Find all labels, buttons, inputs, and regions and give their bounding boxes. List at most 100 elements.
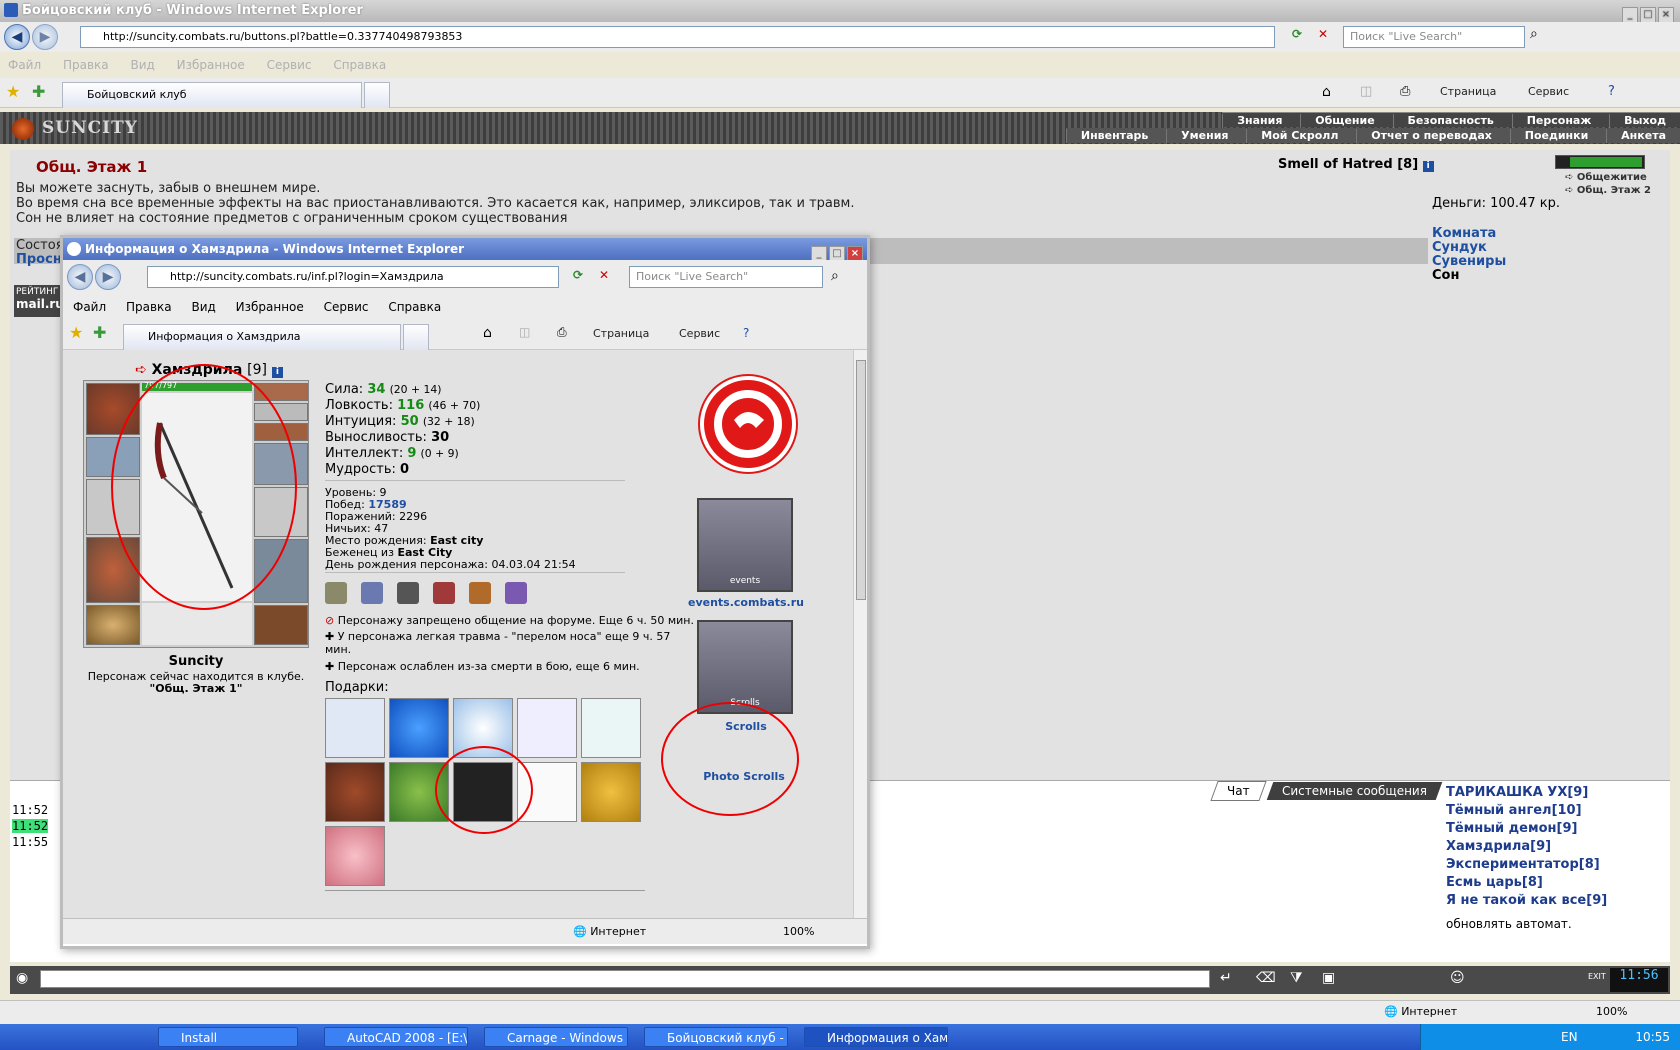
nav-knowledge[interactable]: Знания <box>1222 114 1296 128</box>
auto-update-checkbox[interactable]: обновлять автомат. <box>1446 917 1661 931</box>
online-user[interactable]: Тёмный демон[9] <box>1446 821 1661 839</box>
taskbar-item-fightclub[interactable]: Бойцовский клуб - Wi... <box>644 1027 788 1047</box>
add-favorite-icon[interactable]: ✚ <box>32 82 45 101</box>
gift-santa-globe[interactable] <box>389 698 449 758</box>
taskbar-item-carnage[interactable]: Carnage - Windows In... <box>484 1027 628 1047</box>
tab-info[interactable]: Информация о Хамздрила <box>123 324 401 350</box>
save-icon[interactable]: ▣ <box>1322 970 1335 986</box>
events-banner[interactable]: events <box>697 498 793 592</box>
room-link-room[interactable]: Комната <box>1432 226 1496 241</box>
online-user[interactable]: Экспериментатор[8] <box>1446 857 1661 875</box>
taskbar-item-autocad[interactable]: AutoCAD 2008 - [E:\K... <box>324 1027 468 1047</box>
online-user[interactable]: Я не такой как все[9] <box>1446 893 1661 911</box>
nav-character[interactable]: Персонаж <box>1511 114 1606 128</box>
gift-gold-star[interactable] <box>581 762 641 822</box>
tab-main[interactable]: Бойцовский клуб <box>62 82 362 108</box>
nav-exit[interactable]: Выход <box>1609 114 1680 128</box>
tools-menu[interactable]: Сервис <box>1528 85 1569 98</box>
nav-inventory[interactable]: Инвентарь <box>1065 129 1162 143</box>
zoom-control[interactable]: 100% <box>1596 1005 1627 1018</box>
gift-ice-girl[interactable] <box>325 698 385 758</box>
new-tab-button[interactable] <box>403 324 429 350</box>
popup-scrollbar[interactable] <box>853 350 867 918</box>
exit-label[interactable]: EXIT <box>1588 972 1606 981</box>
room-link-souvenirs[interactable]: Сувениры <box>1432 254 1506 269</box>
menu-edit[interactable]: Правка <box>63 58 109 72</box>
room-link-chest[interactable]: Сундук <box>1432 240 1487 255</box>
address-bar[interactable]: http://suncity.combats.ru/buttons.pl?bat… <box>80 26 1275 48</box>
maximize-icon[interactable]: □ <box>1640 7 1656 23</box>
nav-transfer-report[interactable]: Отчет о переводах <box>1356 129 1506 143</box>
boots-slot[interactable] <box>254 605 308 645</box>
close-icon[interactable]: × <box>1658 7 1674 23</box>
search-icon[interactable]: ⌕ <box>831 268 839 284</box>
page-menu[interactable]: Страница <box>1440 85 1496 98</box>
online-user[interactable]: ТАРИКАШКА УХ[9] <box>1446 785 1661 803</box>
menu-favorites[interactable]: Избранное <box>177 58 245 72</box>
search-icon[interactable]: ⌕ <box>1530 26 1554 48</box>
forward-icon[interactable]: ▶ <box>32 24 58 50</box>
room-link-sleep[interactable]: Сон <box>1432 268 1459 283</box>
info-icon[interactable]: i <box>1422 161 1434 172</box>
nav-security[interactable]: Безопасность <box>1392 114 1508 128</box>
menu-help[interactable]: Справка <box>333 58 386 72</box>
new-tab-button[interactable] <box>364 82 390 108</box>
badge-icon[interactable] <box>397 582 419 604</box>
gift-pig[interactable] <box>325 826 385 886</box>
page-menu[interactable]: Страница <box>593 327 649 340</box>
popup-address-bar[interactable]: http://suncity.combats.ru/inf.pl?login=Х… <box>147 266 559 288</box>
home-icon[interactable]: ⌂ <box>483 325 492 341</box>
gift-armor[interactable] <box>325 762 385 822</box>
scrollbar-thumb[interactable] <box>856 360 866 600</box>
menu-file[interactable]: Файл <box>73 300 106 314</box>
feeds-icon[interactable]: ◫ <box>519 325 530 339</box>
clear-icon[interactable]: ⌫ <box>1256 970 1276 986</box>
search-input[interactable]: Поиск "Live Search" <box>1343 26 1525 48</box>
feeds-icon[interactable]: ◫ <box>1360 84 1372 99</box>
badge-icon[interactable] <box>325 582 347 604</box>
menu-tools[interactable]: Сервис <box>324 300 369 314</box>
menu-favorites[interactable]: Избранное <box>236 300 304 314</box>
tab-chat[interactable]: Чат <box>1210 781 1267 801</box>
smiley-icon[interactable]: ☺ <box>1450 970 1465 986</box>
clan-emblem-icon[interactable] <box>700 376 796 472</box>
tab-system-messages[interactable]: Системные сообщения <box>1267 782 1443 800</box>
refresh-icon[interactable]: ⟳ <box>1292 27 1310 45</box>
nav-my-scroll[interactable]: Мой Скролл <box>1246 129 1352 143</box>
gift-toothbrush[interactable] <box>581 698 641 758</box>
zoom-control[interactable]: 100% <box>783 925 814 938</box>
nav-profile[interactable]: Анкета <box>1606 129 1680 143</box>
minimize-icon[interactable]: _ <box>1622 7 1638 23</box>
scrolls-banner[interactable]: Scrolls <box>697 620 793 714</box>
help-icon[interactable]: ? <box>1608 84 1615 99</box>
badge-icon[interactable] <box>469 582 491 604</box>
popup-search-input[interactable]: Поиск "Live Search" <box>629 266 823 288</box>
print-icon[interactable]: ⎙ <box>557 325 567 340</box>
stop-icon[interactable]: ✕ <box>1318 27 1336 45</box>
badge-icon[interactable] <box>433 582 455 604</box>
location-link-floor2[interactable]: ➪ Общ. Этаж 2 <box>1565 185 1651 196</box>
private-arrow-icon[interactable]: ➪ <box>135 362 147 378</box>
favorites-star-icon[interactable]: ★ <box>6 82 20 101</box>
back-icon[interactable]: ◀ <box>4 24 30 50</box>
badge-icon[interactable] <box>361 582 383 604</box>
online-user[interactable]: Тёмный ангел[10] <box>1446 803 1661 821</box>
gift-snowflake-2[interactable] <box>517 698 577 758</box>
menu-tools[interactable]: Сервис <box>267 58 312 72</box>
belt-slot[interactable] <box>86 605 140 645</box>
menu-edit[interactable]: Правка <box>126 300 172 314</box>
chat-input[interactable] <box>40 970 1210 988</box>
help-icon[interactable]: ? <box>743 326 749 340</box>
home-icon[interactable]: ⌂ <box>1322 84 1331 100</box>
player-name[interactable]: Smell of Hatred [8] i <box>1278 157 1434 172</box>
language-indicator[interactable]: EN <box>1561 1024 1578 1050</box>
online-user[interactable]: Есмь царь[8] <box>1446 875 1661 893</box>
filter-icon[interactable]: ⧩ <box>1290 970 1303 986</box>
events-link[interactable]: events.combats.ru <box>681 596 811 609</box>
add-favorite-icon[interactable]: ✚ <box>93 323 106 342</box>
menu-view[interactable]: Вид <box>191 300 215 314</box>
nav-fights[interactable]: Поединки <box>1509 129 1603 143</box>
nav-skills[interactable]: Умения <box>1166 129 1242 143</box>
refresh-icon[interactable]: ⟳ <box>573 268 583 282</box>
menu-help[interactable]: Справка <box>388 300 441 314</box>
